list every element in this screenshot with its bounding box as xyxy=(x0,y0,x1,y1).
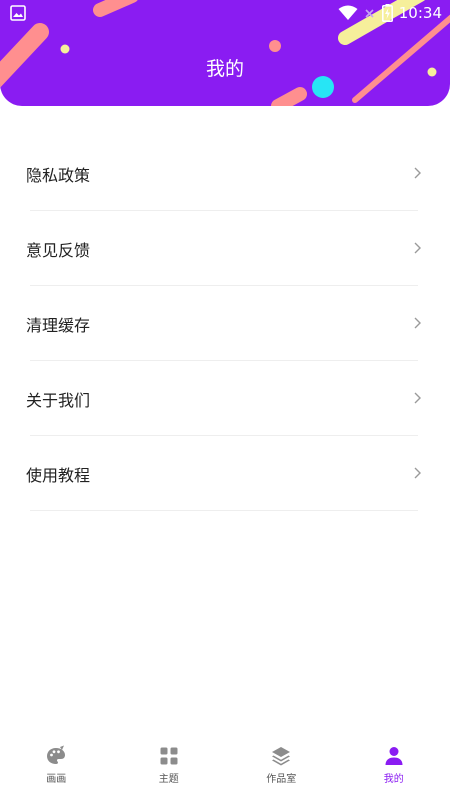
person-icon xyxy=(383,745,405,767)
menu-item-label: 意见反馈 xyxy=(26,241,91,260)
palette-icon xyxy=(45,745,67,767)
menu-item-clear-cache[interactable]: 清理缓存 xyxy=(0,286,450,361)
chevron-right-icon xyxy=(414,467,421,479)
nav-label: 主题 xyxy=(158,774,179,785)
nav-label: 我的 xyxy=(383,774,404,785)
battery-icon xyxy=(381,4,393,22)
status-time: 10:34 xyxy=(398,4,442,22)
nav-tab-draw[interactable]: 画画 xyxy=(0,738,113,800)
profile-screen: 10:34 我的 隐私政策 意见反馈 清理缓存 关于我们 使用教程 画画 主题 … xyxy=(0,0,450,800)
layers-icon xyxy=(270,745,292,767)
signal-icon xyxy=(365,9,374,18)
chevron-right-icon xyxy=(414,242,421,254)
chevron-right-icon xyxy=(414,167,421,179)
nav-tab-theme[interactable]: 主题 xyxy=(113,738,226,800)
chevron-right-icon xyxy=(414,317,421,329)
chevron-right-icon xyxy=(414,392,421,404)
page-title: 我的 xyxy=(205,58,244,80)
wifi-icon xyxy=(338,5,358,20)
status-bar: 10:34 xyxy=(0,0,450,26)
status-icons: 10:34 xyxy=(338,3,442,23)
nav-tab-mine[interactable]: 我的 xyxy=(338,738,450,800)
menu-item-label: 关于我们 xyxy=(26,391,91,410)
menu-item-label: 隐私政策 xyxy=(26,166,91,185)
nav-label: 画画 xyxy=(46,774,67,785)
image-icon xyxy=(10,5,26,21)
menu-item-label: 使用教程 xyxy=(26,466,91,485)
menu-item-privacy-policy[interactable]: 隐私政策 xyxy=(0,136,450,211)
menu-item-about-us[interactable]: 关于我们 xyxy=(0,361,450,436)
divider xyxy=(30,510,418,511)
bottom-nav: 画画 主题 作品室 我的 xyxy=(0,738,450,800)
menu-item-label: 清理缓存 xyxy=(26,316,91,335)
settings-menu: 隐私政策 意见反馈 清理缓存 关于我们 使用教程 xyxy=(0,136,450,511)
menu-item-tutorial[interactable]: 使用教程 xyxy=(0,436,450,511)
grid-icon xyxy=(158,745,180,767)
header-banner: 10:34 我的 xyxy=(0,0,450,106)
menu-item-feedback[interactable]: 意见反馈 xyxy=(0,211,450,286)
nav-tab-studio[interactable]: 作品室 xyxy=(225,738,338,800)
nav-label: 作品室 xyxy=(266,774,297,785)
